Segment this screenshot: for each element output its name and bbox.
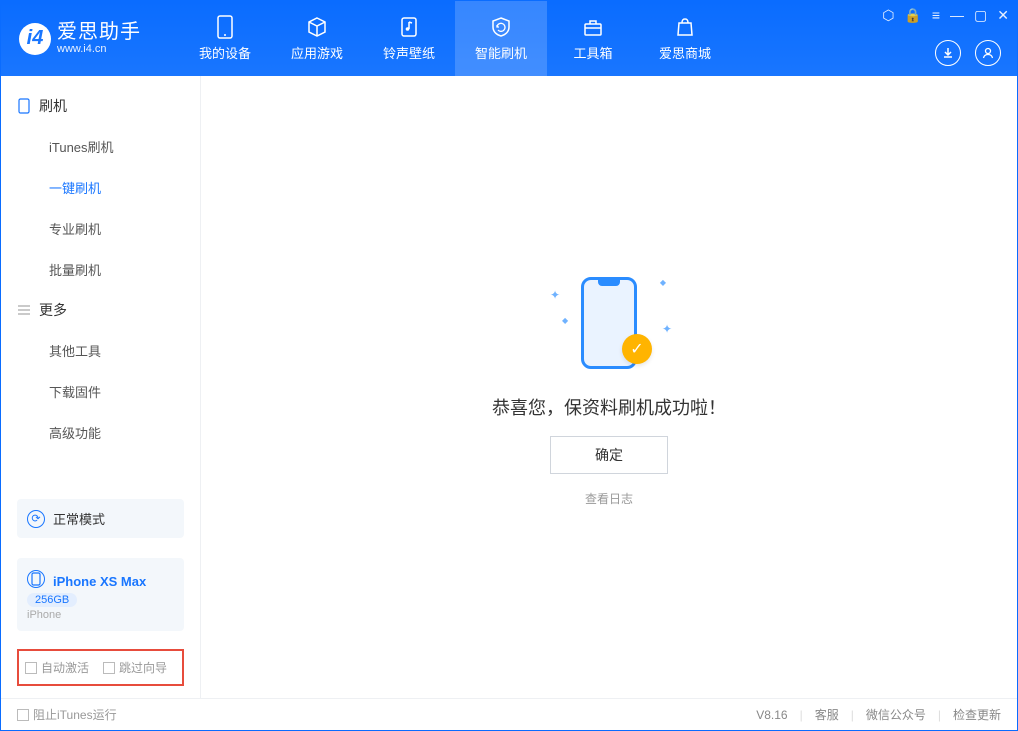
confirm-button[interactable]: 确定 (550, 436, 668, 474)
divider: | (800, 708, 803, 722)
list-icon (17, 303, 31, 317)
main-tabs: 我的设备 应用游戏 铃声壁纸 智能刷机 工具箱 爱思商城 (179, 1, 731, 76)
sparkle-icon: ✦ (662, 322, 672, 336)
sidebar-scroll: 刷机 iTunes刷机 一键刷机 专业刷机 批量刷机 更多 其他工具 下载固件 … (1, 76, 200, 489)
user-icon[interactable] (975, 40, 1001, 66)
header-actions (935, 40, 1001, 66)
sparkle-icon: ◆ (562, 316, 568, 325)
menu-icon[interactable]: ≡ (932, 7, 940, 24)
version-label: V8.16 (756, 708, 787, 722)
device-icon (213, 15, 237, 39)
footer-left: 阻止iTunes运行 (17, 706, 117, 723)
sidebar-item-other-tools[interactable]: 其他工具 (1, 330, 200, 371)
sidebar: 刷机 iTunes刷机 一键刷机 专业刷机 批量刷机 更多 其他工具 下载固件 … (1, 76, 201, 698)
device-mode-box: ⟳ 正常模式 (17, 499, 184, 538)
toolbox-icon (581, 15, 605, 39)
tab-label: 我的设备 (199, 43, 251, 62)
download-icon[interactable] (935, 40, 961, 66)
music-icon (397, 15, 421, 39)
body-area: 刷机 iTunes刷机 一键刷机 专业刷机 批量刷机 更多 其他工具 下载固件 … (1, 76, 1017, 698)
phone-outline-icon (17, 99, 31, 113)
sidebar-item-batch-flash[interactable]: 批量刷机 (1, 249, 200, 290)
refresh-shield-icon (489, 15, 513, 39)
options-highlight-box: 自动激活 跳过向导 (17, 649, 184, 686)
checkbox-icon (17, 709, 29, 721)
logo-text: 爱思助手 www.i4.cn (57, 21, 141, 55)
checkbox-label-text: 跳过向导 (119, 659, 167, 676)
tab-toolbox[interactable]: 工具箱 (547, 1, 639, 76)
tab-label: 爱思商城 (659, 43, 711, 62)
checkbox-stop-itunes[interactable]: 阻止iTunes运行 (17, 706, 117, 723)
sidebar-item-advanced[interactable]: 高级功能 (1, 412, 200, 453)
logo-area: i4 爱思助手 www.i4.cn (1, 21, 159, 55)
checkbox-label-text: 阻止iTunes运行 (33, 706, 117, 723)
close-icon[interactable]: ✕ (997, 7, 1009, 24)
tab-label: 应用游戏 (291, 43, 343, 62)
footer-link-support[interactable]: 客服 (815, 706, 839, 723)
sidebar-item-pro-flash[interactable]: 专业刷机 (1, 208, 200, 249)
checkmark-badge-icon: ✓ (622, 334, 652, 364)
checkbox-label-text: 自动激活 (41, 659, 89, 676)
tab-label: 智能刷机 (475, 43, 527, 62)
sidebar-item-itunes-flash[interactable]: iTunes刷机 (1, 126, 200, 167)
checkbox-skip-guide[interactable]: 跳过向导 (103, 659, 167, 676)
phone-small-icon (27, 570, 45, 588)
cube-icon (305, 15, 329, 39)
device-mode-label: 正常模式 (53, 509, 105, 528)
tab-store[interactable]: 爱思商城 (639, 1, 731, 76)
view-log-link[interactable]: 查看日志 (585, 490, 633, 507)
shirt-icon[interactable]: ⬡ (882, 7, 894, 24)
success-message: 恭喜您，保资料刷机成功啦！ (492, 394, 726, 420)
logo-icon: i4 (19, 23, 51, 55)
sidebar-item-oneclick-flash[interactable]: 一键刷机 (1, 167, 200, 208)
app-header: i4 爱思助手 www.i4.cn 我的设备 应用游戏 铃声壁纸 智能刷机 工具… (1, 1, 1017, 76)
app-subtitle: www.i4.cn (57, 43, 141, 55)
footer-link-update[interactable]: 检查更新 (953, 706, 1001, 723)
tab-my-device[interactable]: 我的设备 (179, 1, 271, 76)
tab-ringtones[interactable]: 铃声壁纸 (363, 1, 455, 76)
device-name: iPhone XS Max (53, 574, 146, 589)
footer: 阻止iTunes运行 V8.16 | 客服 | 微信公众号 | 检查更新 (1, 698, 1017, 730)
tab-flash[interactable]: 智能刷机 (455, 1, 547, 76)
minimize-icon[interactable]: — (950, 7, 964, 24)
sidebar-section-flash: 刷机 (1, 86, 200, 126)
tab-label: 铃声壁纸 (383, 43, 435, 62)
maximize-icon[interactable]: ▢ (974, 7, 987, 24)
bag-icon (673, 15, 697, 39)
sidebar-item-download-firmware[interactable]: 下载固件 (1, 371, 200, 412)
footer-right: V8.16 | 客服 | 微信公众号 | 检查更新 (756, 706, 1001, 723)
tab-apps[interactable]: 应用游戏 (271, 1, 363, 76)
sparkle-icon: ✦ (550, 288, 560, 302)
divider: | (938, 708, 941, 722)
checkbox-icon (25, 662, 37, 674)
window-controls: ⬡ 🔒 ≡ — ▢ ✕ (882, 7, 1009, 24)
mode-icon: ⟳ (27, 510, 45, 528)
sidebar-section-more: 更多 (1, 290, 200, 330)
section-title: 刷机 (39, 96, 67, 116)
success-illustration: ✦ ◆ ◆ ✦ ✓ (544, 268, 674, 378)
lock-icon[interactable]: 🔒 (904, 7, 921, 24)
tab-label: 工具箱 (573, 43, 612, 62)
device-info-box[interactable]: iPhone XS Max 256GB iPhone (17, 558, 184, 631)
app-title: 爱思助手 (57, 21, 141, 43)
sparkle-icon: ◆ (660, 278, 666, 287)
checkbox-auto-activate[interactable]: 自动激活 (25, 659, 89, 676)
device-type: iPhone (27, 609, 174, 621)
checkbox-icon (103, 662, 115, 674)
main-content: ✦ ◆ ◆ ✦ ✓ 恭喜您，保资料刷机成功啦！ 确定 查看日志 (201, 76, 1017, 698)
section-title: 更多 (39, 300, 67, 320)
device-storage-badge: 256GB (27, 593, 77, 607)
divider: | (851, 708, 854, 722)
footer-link-wechat[interactable]: 微信公众号 (866, 706, 926, 723)
